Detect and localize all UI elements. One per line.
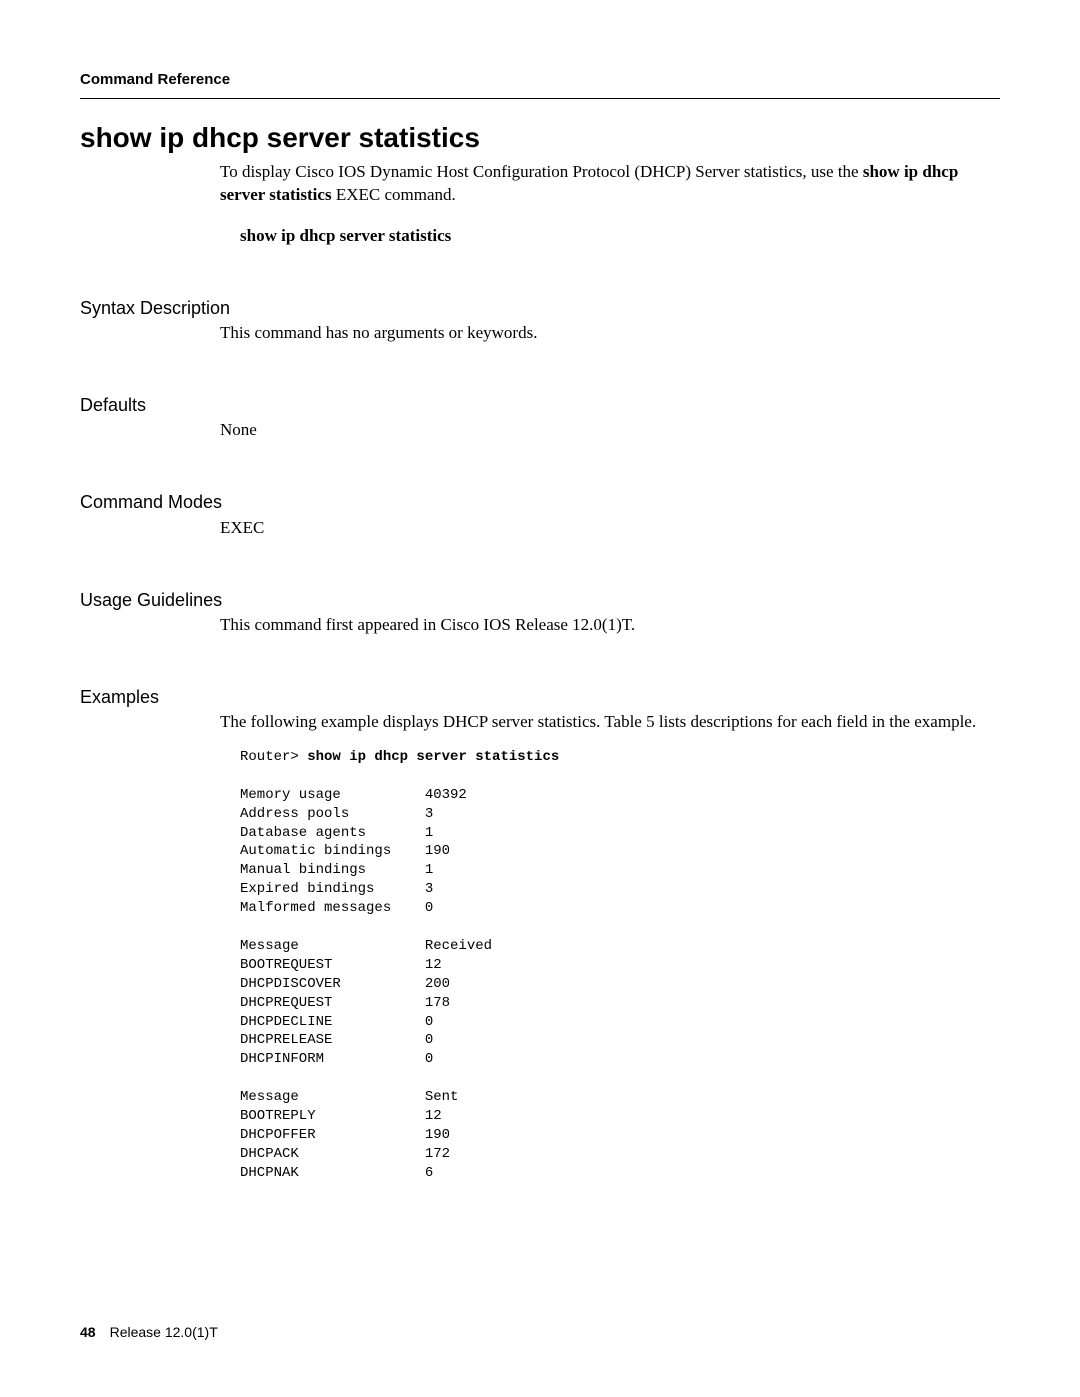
command-title: show ip dhcp server statistics xyxy=(80,119,1000,157)
syntax-line: show ip dhcp server statistics xyxy=(240,225,1000,248)
section-body-usage-guidelines: This command first appeared in Cisco IOS… xyxy=(220,614,1000,637)
section-head-usage-guidelines: Usage Guidelines xyxy=(80,588,1000,612)
section-body-examples: The following example displays DHCP serv… xyxy=(220,711,1000,734)
intro-pre: To display Cisco IOS Dynamic Host Config… xyxy=(220,162,863,181)
section-head-command-modes: Command Modes xyxy=(80,490,1000,514)
section-head-defaults: Defaults xyxy=(80,393,1000,417)
footer: 48 Release 12.0(1)T xyxy=(80,1323,1000,1342)
header-rule xyxy=(80,98,1000,99)
release-label: Release 12.0(1)T xyxy=(110,1324,218,1340)
page-number: 48 xyxy=(80,1324,96,1340)
running-header: Command Reference xyxy=(80,70,1000,90)
section-body-defaults: None xyxy=(220,419,1000,442)
intro-paragraph: To display Cisco IOS Dynamic Host Config… xyxy=(220,161,1000,207)
section-body-syntax-description: This command has no arguments or keyword… xyxy=(220,322,1000,345)
section-head-examples: Examples xyxy=(80,685,1000,709)
section-body-command-modes: EXEC xyxy=(220,517,1000,540)
section-head-syntax-description: Syntax Description xyxy=(80,296,1000,320)
cli-output: Router> show ip dhcp server statistics M… xyxy=(240,748,1000,1182)
intro-post: EXEC command. xyxy=(332,185,456,204)
